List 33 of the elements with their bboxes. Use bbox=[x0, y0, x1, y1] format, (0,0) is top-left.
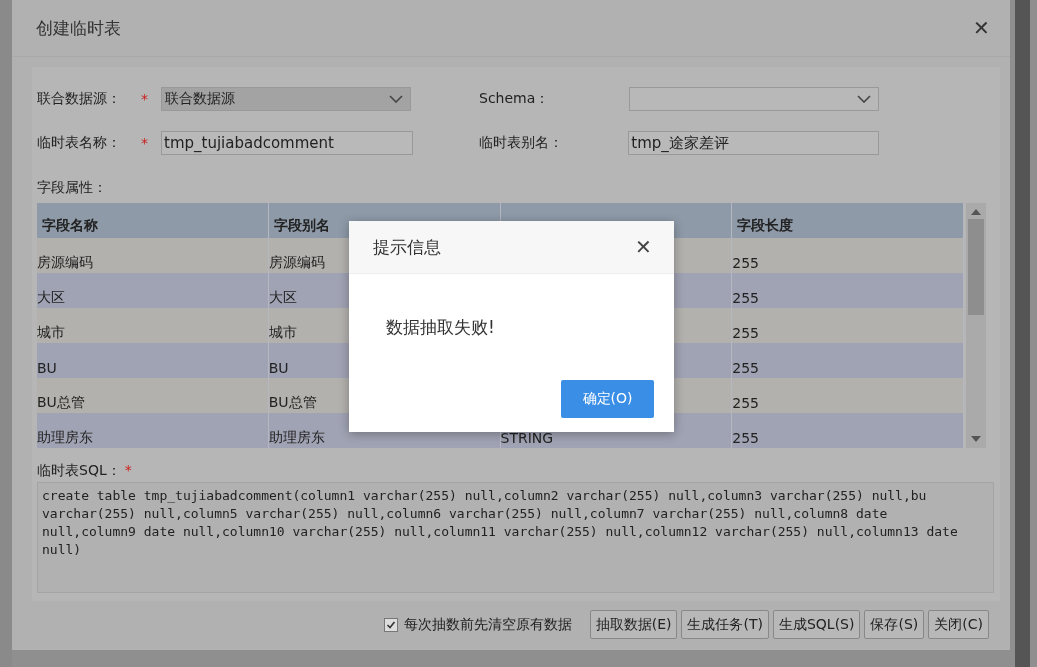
caret-icon bbox=[389, 95, 403, 103]
table-cell: 助理房东 bbox=[37, 413, 269, 448]
required-mark: * bbox=[124, 462, 132, 478]
field-label: 临时表名称： bbox=[37, 134, 122, 152]
field-label: 临时表别名： bbox=[479, 134, 564, 152]
required-mark: * bbox=[141, 91, 148, 107]
action-button[interactable]: 关闭(C) bbox=[928, 610, 989, 639]
scrollbar[interactable] bbox=[966, 203, 986, 448]
sql-textarea[interactable]: create table tmp_tujiabadcomment(column1 varchar(255) null,column2 varchar(255) null,column3 varchar(255) null,bu varchar(255) null,column5 varchar(255) null,column6 varchar(255) null,column7 varchar(255) null,column8 date null,column9 date null,column10 varchar(255) null,column11 varchar(255) null,column12 varchar(255) null,column13 date null) bbox=[37, 482, 994, 593]
checkbox-label: 每次抽数前先清空原有数据 bbox=[403, 615, 572, 634]
alert-message: 数据抽取失败! bbox=[385, 316, 496, 339]
select-field[interactable] bbox=[629, 87, 879, 111]
action-button[interactable]: 生成任务(T) bbox=[681, 610, 769, 639]
select-field[interactable]: 联合数据源 bbox=[161, 87, 411, 111]
section-label: 字段属性： bbox=[37, 179, 108, 197]
action-button[interactable]: 生成SQL(S) bbox=[772, 610, 861, 639]
action-button[interactable]: 抽取数据(E) bbox=[589, 610, 678, 639]
action-button[interactable]: 保存(S) bbox=[864, 610, 925, 639]
caret-icon bbox=[857, 95, 871, 103]
field-label: 联合数据源： bbox=[37, 90, 122, 108]
scroll-up-icon[interactable] bbox=[971, 209, 981, 215]
input-field[interactable]: tmp_tujiabadcomment bbox=[161, 131, 413, 155]
field-label: 临时表SQL： bbox=[37, 462, 121, 480]
dialog-title: 创建临时表 bbox=[36, 16, 121, 40]
checkbox[interactable] bbox=[383, 617, 398, 632]
table-cell: 255 bbox=[732, 413, 964, 448]
field-label: Schema： bbox=[479, 90, 551, 108]
input-field[interactable]: tmp_途家差评 bbox=[628, 131, 879, 155]
alert-title: 提示信息 bbox=[373, 235, 441, 259]
required-mark: * bbox=[141, 135, 148, 151]
close-button[interactable]: ✕ bbox=[635, 235, 652, 259]
close-button[interactable]: ✕ bbox=[973, 18, 990, 38]
scroll-down-icon[interactable] bbox=[971, 436, 981, 442]
